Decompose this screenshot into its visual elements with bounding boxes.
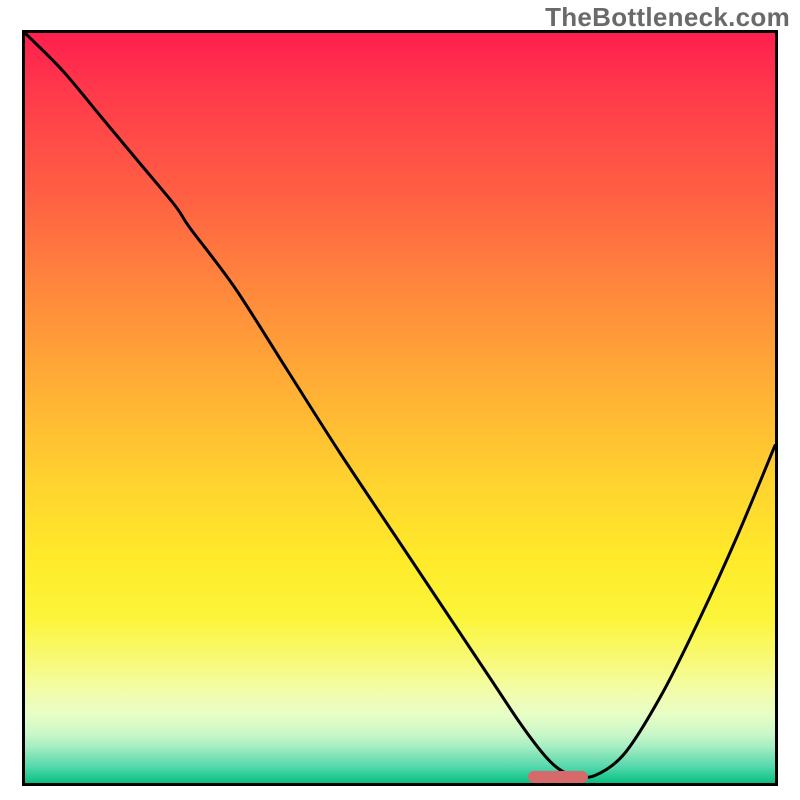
plot-inner: [25, 33, 775, 783]
curve-svg: [25, 33, 775, 783]
minimum-marker: [528, 771, 588, 783]
curve-path: [25, 33, 775, 777]
chart-stage: TheBottleneck.com: [0, 0, 800, 800]
plot-frame: [22, 30, 778, 786]
watermark-text: TheBottleneck.com: [545, 2, 790, 33]
